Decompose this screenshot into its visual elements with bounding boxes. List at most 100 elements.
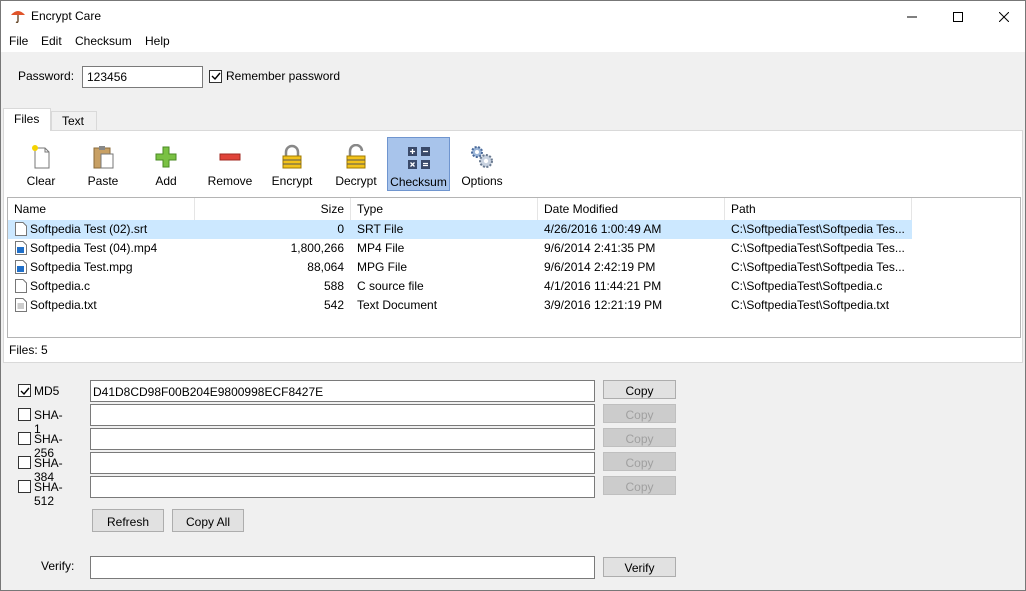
row-date: 4/26/2016 1:00:49 AM	[544, 222, 662, 236]
lock-open-icon	[342, 143, 370, 171]
remember-password-checkbox[interactable]: Remember password	[209, 69, 340, 83]
title-bar[interactable]: Encrypt Care	[1, 1, 1025, 32]
lock-closed-icon	[278, 143, 306, 171]
maximize-icon	[953, 11, 963, 22]
blank-file-icon	[15, 222, 27, 236]
column-header-name[interactable]: Name	[8, 198, 195, 220]
column-header-type[interactable]: Type	[351, 198, 538, 220]
decrypt-button[interactable]: Decrypt	[329, 137, 383, 191]
sha384-checkbox[interactable]	[18, 456, 31, 469]
row-date: 9/6/2014 2:41:35 PM	[544, 241, 656, 255]
decrypt-label: Decrypt	[335, 174, 377, 188]
maximize-button[interactable]	[935, 1, 981, 32]
copy-all-button[interactable]: Copy All	[172, 509, 244, 532]
sha512-checkbox[interactable]	[18, 480, 31, 493]
sha512-field[interactable]	[90, 476, 595, 498]
menu-edit[interactable]: Edit	[41, 34, 62, 48]
row-type: Text Document	[357, 298, 438, 312]
sha1-checkbox[interactable]	[18, 408, 31, 421]
app-window: Encrypt Care File Edit Checksum Help Pas…	[0, 0, 1026, 591]
clear-label: Clear	[26, 174, 56, 188]
files-count-status: Files: 5	[9, 343, 48, 357]
table-row[interactable]: Softpedia Test (04).mp4 1,800,266 MP4 Fi…	[8, 239, 912, 258]
sha384-copy-button[interactable]: Copy	[603, 452, 676, 471]
column-header-date[interactable]: Date Modified	[538, 198, 725, 220]
column-header-size[interactable]: Size	[195, 198, 351, 220]
remember-password-label: Remember password	[226, 69, 341, 83]
row-name: Softpedia Test (04).mp4	[30, 241, 158, 255]
password-label: Password:	[18, 69, 75, 83]
verify-label: Verify:	[41, 559, 75, 573]
row-size: 88,064	[307, 260, 344, 274]
clipboard-icon	[89, 143, 117, 171]
table-row[interactable]: Softpedia Test.mpg 88,064 MPG File 9/6/2…	[8, 258, 912, 277]
row-size: 588	[323, 279, 344, 293]
sha256-field[interactable]	[90, 428, 595, 450]
checkbox-checked-icon[interactable]	[209, 69, 222, 83]
md5-field[interactable]: D41D8CD98F00B204E9800998ECF8427E	[90, 380, 595, 402]
table-row[interactable]: Softpedia.txt 542 Text Document 3/9/2016…	[8, 296, 912, 315]
sha1-copy-button[interactable]: Copy	[603, 404, 676, 423]
md5-label: MD5	[34, 384, 60, 398]
row-type: MP4 File	[357, 241, 405, 255]
file-list[interactable]: Name Size Type Date Modified Path Softpe…	[7, 197, 1021, 338]
menu-bar: File Edit Checksum Help	[1, 32, 1025, 52]
md5-checkbox[interactable]	[18, 384, 31, 397]
row-path: C:\SoftpediaTest\Softpedia Tes...	[731, 222, 905, 236]
row-type: MPG File	[357, 260, 408, 274]
row-path: C:\SoftpediaTest\Softpedia Tes...	[731, 260, 905, 274]
clear-button[interactable]: Clear	[15, 137, 67, 191]
remove-label: Remove	[207, 174, 253, 188]
tab-text[interactable]: Text	[51, 111, 97, 130]
options-label: Options	[461, 174, 503, 188]
sha512-copy-button[interactable]: Copy	[603, 476, 676, 495]
refresh-button[interactable]: Refresh	[92, 509, 164, 532]
blank-file-icon	[15, 279, 27, 293]
calculator-icon	[405, 144, 433, 172]
verify-input[interactable]	[90, 556, 595, 579]
checksum-label: Checksum	[390, 175, 447, 189]
sha256-copy-button[interactable]: Copy	[603, 428, 676, 447]
paste-label: Paste	[87, 174, 119, 188]
row-type: C source file	[357, 279, 424, 293]
encrypt-button[interactable]: Encrypt	[266, 137, 318, 191]
menu-file[interactable]: File	[9, 34, 28, 48]
row-size: 1,800,266	[290, 241, 344, 255]
verify-button[interactable]: Verify	[603, 557, 676, 577]
encrypt-label: Encrypt	[271, 174, 313, 188]
row-date: 4/1/2016 11:44:21 PM	[544, 279, 662, 293]
row-date: 3/9/2016 12:21:19 PM	[544, 298, 663, 312]
add-label: Add	[155, 174, 177, 188]
clear-icon	[27, 143, 55, 171]
plus-icon	[152, 143, 180, 171]
row-path: C:\SoftpediaTest\Softpedia.txt	[731, 298, 890, 312]
row-size: 542	[323, 298, 344, 312]
remove-button[interactable]: Remove	[203, 137, 257, 191]
options-button[interactable]: Options	[456, 137, 508, 191]
table-row[interactable]: Softpedia Test (02).srt 0 SRT File 4/26/…	[8, 220, 912, 239]
sha1-field[interactable]	[90, 404, 595, 426]
menu-checksum[interactable]: Checksum	[75, 34, 132, 48]
menu-help[interactable]: Help	[145, 34, 170, 48]
checksum-button[interactable]: Checksum	[387, 137, 450, 191]
md5-copy-button[interactable]: Copy	[603, 380, 676, 399]
gears-icon	[468, 143, 496, 171]
paste-button[interactable]: Paste	[77, 137, 129, 191]
row-type: SRT File	[357, 222, 404, 236]
sha384-field[interactable]	[90, 452, 595, 474]
row-name: Softpedia.txt	[30, 298, 97, 312]
table-row[interactable]: Softpedia.c 588 C source file 4/1/2016 1…	[8, 277, 912, 296]
row-name: Softpedia Test.mpg	[30, 260, 133, 274]
close-button[interactable]	[981, 1, 1026, 32]
row-date: 9/6/2014 2:42:19 PM	[544, 260, 656, 274]
sha256-checkbox[interactable]	[18, 432, 31, 445]
row-name: Softpedia Test (02).srt	[30, 222, 148, 236]
add-button[interactable]: Add	[140, 137, 192, 191]
tab-files[interactable]: Files	[3, 108, 51, 131]
row-name: Softpedia.c	[30, 279, 91, 293]
password-input[interactable]: 123456	[82, 66, 203, 88]
minus-icon	[216, 143, 244, 171]
media-file-icon	[15, 241, 27, 255]
minimize-button[interactable]	[889, 1, 935, 32]
column-header-path[interactable]: Path	[725, 198, 912, 220]
